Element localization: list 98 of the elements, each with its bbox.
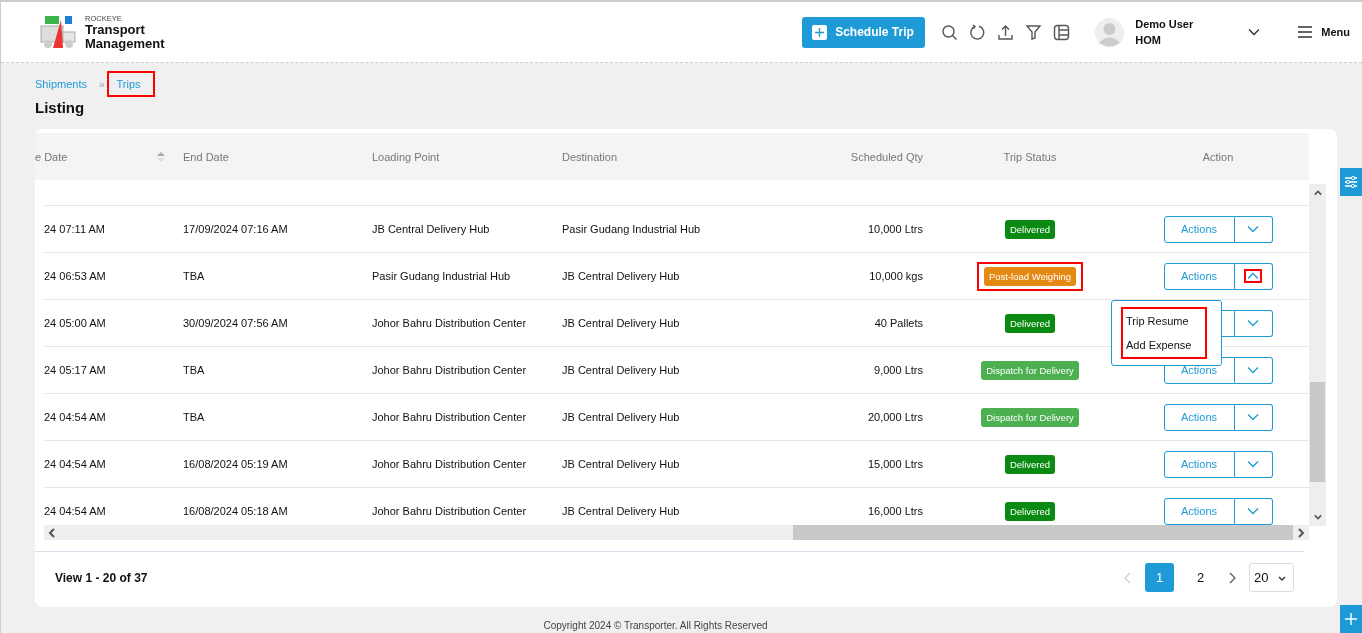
column-header: End Date [183, 150, 229, 163]
dropdown-toggle[interactable] [1234, 215, 1273, 243]
table-cell-text: 10,000 kgs [868, 270, 924, 282]
table-cell-text: Johor Bahru Distribution Center [372, 411, 528, 423]
table-cell-text: 24 05:00 AM [44, 317, 107, 329]
chevron-down-icon[interactable] [1313, 512, 1322, 522]
dropdown-toggle[interactable] [1234, 309, 1273, 337]
table-cell-text: 30/09/2024 07:56 AM [183, 317, 289, 329]
table-cell-text: 24 06:53 AM [44, 270, 107, 282]
chevron-left-icon[interactable] [48, 527, 56, 538]
actions-button[interactable]: Actions [1163, 497, 1235, 525]
plus-icon [1344, 612, 1358, 626]
table-cell-text: TBA [183, 364, 206, 376]
status-badge: Delivered [1004, 454, 1056, 474]
status-badge: Delivered [1004, 501, 1056, 521]
table-cell-text: 17/09/2024 07:16 AM [183, 223, 289, 235]
avatar-icon [1095, 17, 1125, 47]
column-header: Loading Point [372, 150, 440, 163]
chevron-right-icon[interactable] [1297, 527, 1305, 538]
scrollbar-thumb[interactable] [1310, 382, 1325, 482]
page-size-select[interactable]: 20 [1249, 563, 1294, 592]
add-button[interactable] [1340, 605, 1362, 633]
dropdown-toggle[interactable] [1234, 262, 1273, 290]
user-name: Demo User [1135, 17, 1194, 32]
table-cell-text: 24 04:54 AM [44, 505, 107, 517]
table-cell-text: 10,000 Ltrs [866, 223, 924, 235]
columns-icon[interactable] [1053, 23, 1071, 41]
status-badge: Post-load Weighing [983, 266, 1077, 286]
brand-name: Management [85, 36, 165, 51]
table-cell-text: Johor Bahru Distribution Center [372, 317, 528, 329]
filter-icon[interactable] [1025, 23, 1043, 41]
actions-button[interactable]: Actions [1163, 450, 1235, 478]
status-badge: Dispatch for Delivery [981, 407, 1079, 427]
table-cell-text: JB Central Delivery Hub [562, 317, 681, 329]
table-cell-text: 16,000 Ltrs [866, 505, 924, 517]
plus-icon [812, 24, 828, 40]
table-cell-text: 24 07:11 AM [44, 223, 106, 235]
table-cell-text: 16/08/2024 05:18 AM [183, 505, 289, 517]
refresh-icon[interactable] [969, 23, 987, 41]
menu-item[interactable]: Add Expense [1123, 334, 1205, 355]
table-cell-text: TBA [183, 270, 206, 282]
table-cell-text: JB Central Delivery Hub [562, 505, 681, 517]
user-role: HOM [1135, 33, 1162, 48]
table-cell-text: JB Central Delivery Hub [372, 223, 491, 235]
breadcrumb-separator: » [99, 78, 105, 90]
record-count: View 1 - 20 of 37 [55, 570, 149, 585]
dropdown-toggle[interactable] [1234, 450, 1273, 478]
table-cell-text: 24 04:54 AM [44, 411, 107, 423]
menu-label[interactable]: Menu [1321, 26, 1350, 38]
dropdown-toggle[interactable] [1234, 497, 1273, 525]
menu-item[interactable]: Trip Resume [1123, 310, 1205, 331]
chevron-right-icon[interactable] [1227, 571, 1237, 584]
column-header: Trip Status [1003, 150, 1057, 163]
table-cell-text: Johor Bahru Distribution Center [372, 364, 528, 376]
dropdown-toggle[interactable] [1234, 356, 1273, 384]
settings-tab-button[interactable] [1340, 168, 1362, 196]
dropdown-toggle[interactable] [1234, 403, 1273, 431]
breadcrumb-link[interactable]: Shipments [35, 74, 93, 94]
chevron-up-icon[interactable] [1313, 188, 1322, 198]
table-cell-text: 20,000 Ltrs [866, 411, 924, 423]
status-badge: Delivered [1004, 313, 1056, 333]
page-button[interactable]: 1 [1145, 563, 1174, 592]
menu-icon[interactable] [1297, 25, 1314, 39]
status-badge: Delivered [1004, 219, 1056, 239]
table-cell-text: JB Central Delivery Hub [562, 411, 681, 423]
table-cell-text: JB Central Delivery Hub [562, 270, 681, 282]
scrollbar-thumb[interactable] [793, 525, 1293, 540]
table-cell-text: Johor Bahru Distribution Center [372, 505, 528, 517]
table-cell-text: 24 04:54 AM [44, 458, 107, 470]
table-cell-text: 9,000 Ltrs [873, 364, 924, 376]
table-cell-text: Johor Bahru Distribution Center [372, 458, 528, 470]
table-cell-text: TBA [183, 411, 206, 423]
sliders-icon [1344, 175, 1358, 189]
table-cell-text: 40 Pallets [873, 317, 924, 329]
page-title: Listing [35, 99, 86, 116]
column-header: Action [1202, 150, 1234, 163]
actions-button[interactable]: Actions [1163, 403, 1235, 431]
actions-button[interactable]: Actions [1163, 215, 1235, 243]
table-cell-text: 15,000 Ltrs [866, 458, 924, 470]
table-cell-text: Pasir Gudang Industrial Hub [372, 270, 512, 282]
copyright-text: Copyright 2024 © Transporter. All Rights Reserved [542, 620, 769, 631]
table-cell-text: JB Central Delivery Hub [562, 364, 681, 376]
brand-name: Transport [85, 22, 146, 37]
sort-icon[interactable] [157, 151, 165, 162]
status-badge: Dispatch for Delivery [981, 360, 1079, 380]
column-header: e Date [35, 150, 68, 163]
table-cell-text: JB Central Delivery Hub [562, 458, 681, 470]
table-cell-text: Pasir Gudang Industrial Hub [562, 223, 702, 235]
column-header: Scheduled Qty [850, 150, 923, 163]
column-header: Destination [562, 150, 618, 163]
upload-icon[interactable] [997, 23, 1015, 41]
search-icon[interactable] [941, 23, 959, 41]
truck-logo-icon [39, 14, 79, 50]
table-cell-text: 24 05:17 AM [44, 364, 107, 376]
schedule-trip-button[interactable]: Schedule Trip [802, 16, 926, 48]
actions-button[interactable]: Actions [1163, 262, 1235, 290]
breadcrumb-link[interactable]: Trips [108, 73, 153, 95]
table-cell-text: 16/08/2024 05:19 AM [183, 458, 289, 470]
